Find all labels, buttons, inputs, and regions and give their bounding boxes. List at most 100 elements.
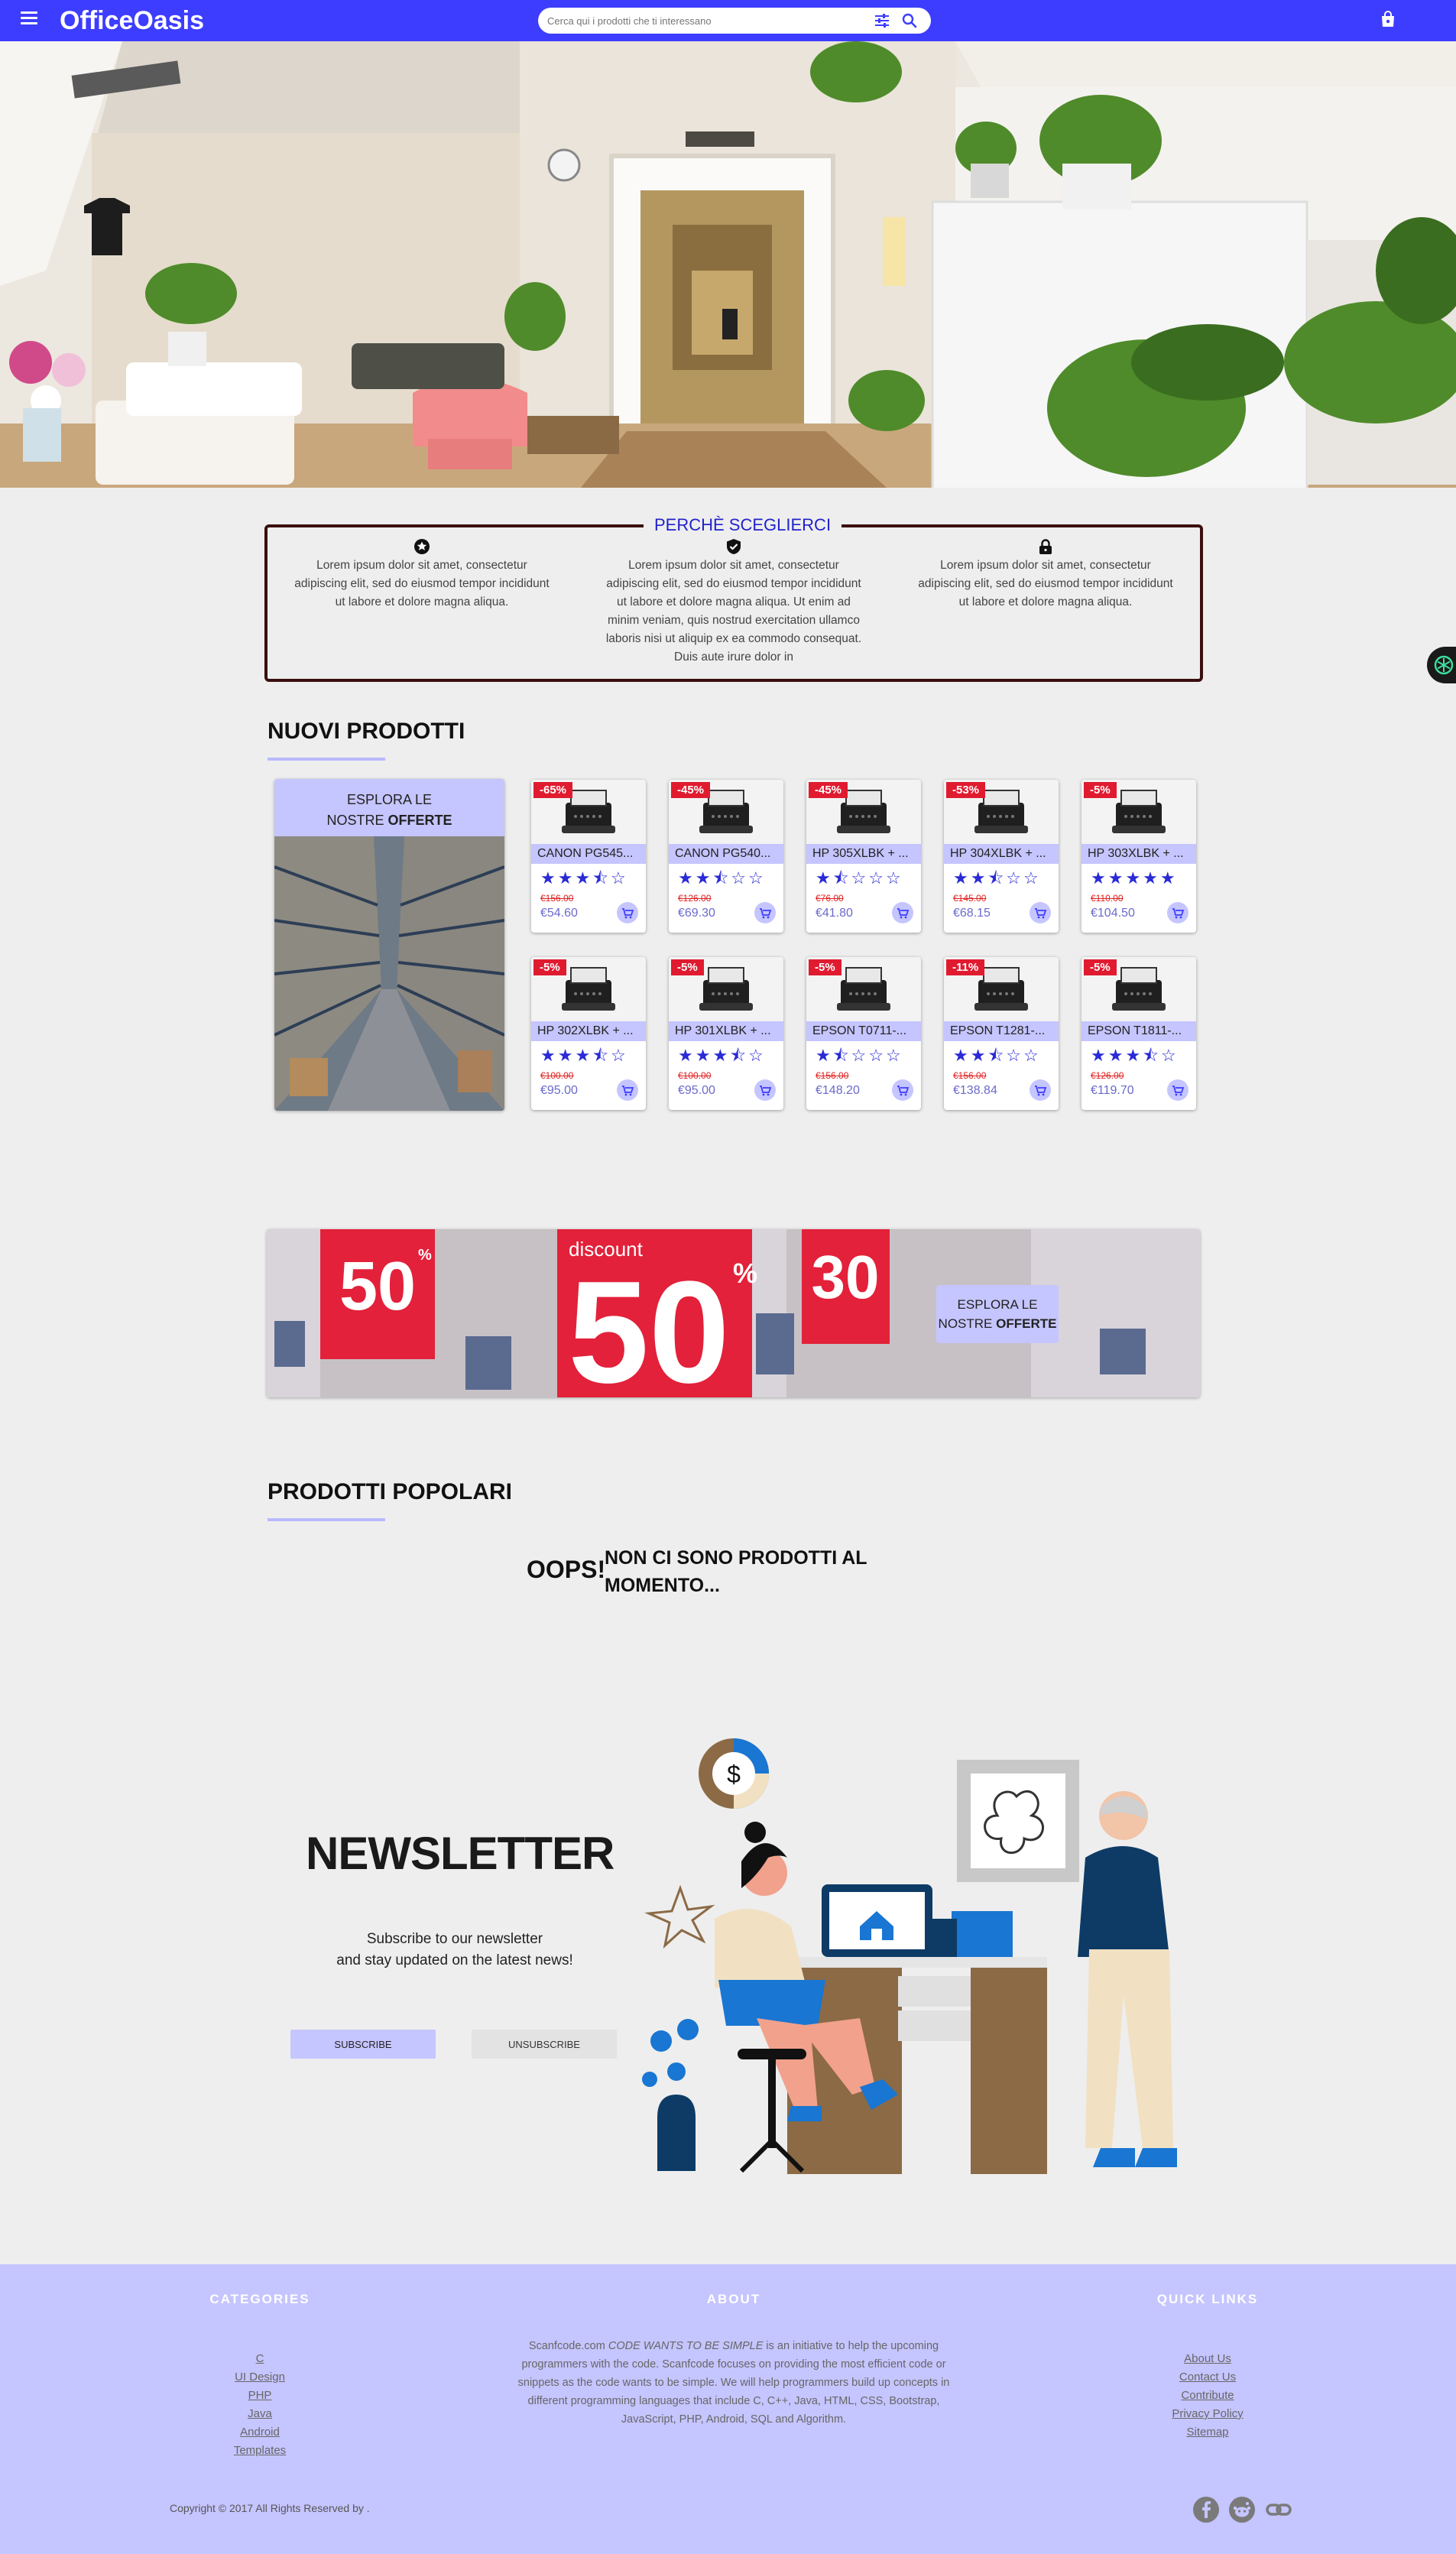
add-to-cart-button[interactable] <box>1030 902 1051 923</box>
add-to-cart-button[interactable] <box>1167 1079 1188 1101</box>
sale-price: €148.20 <box>816 1084 860 1097</box>
banner-fifty-1: 50 <box>339 1248 416 1325</box>
facebook-icon[interactable] <box>1192 2496 1220 2523</box>
filter-sliders-icon[interactable] <box>874 14 890 28</box>
hamburger-menu-icon[interactable] <box>21 11 37 25</box>
why-column: Lorem ipsum dolor sit amet, consectetur … <box>604 538 864 667</box>
banner-explore-button[interactable]: ESPLORA LE NOSTRE OFFERTE <box>936 1285 1059 1343</box>
cart-plus-icon <box>1172 908 1185 919</box>
product-name[interactable]: CANON PG545... <box>531 844 646 864</box>
add-to-cart-button[interactable] <box>1030 1079 1051 1101</box>
search-input[interactable] <box>547 12 868 29</box>
about-italic: CODE WANTS TO BE SIMPLE <box>608 2340 764 2352</box>
product-name[interactable]: HP 304XLBK + ... <box>944 844 1059 864</box>
add-to-cart-button[interactable] <box>617 902 638 923</box>
footer-quick-link[interactable]: Privacy Policy <box>1131 2405 1284 2423</box>
product-card[interactable]: -65% CANON PG545... ★★★⯪☆ €156.00 €54.60 <box>531 780 646 933</box>
discount-badge: -53% <box>946 782 986 798</box>
add-to-cart-button[interactable] <box>754 902 776 923</box>
explore-line1: ESPLORA LE <box>346 792 433 807</box>
original-price: €100.00 <box>678 1070 712 1081</box>
unsubscribe-button[interactable]: UNSUBSCRIBE <box>472 2030 617 2059</box>
search-icon[interactable] <box>902 13 917 28</box>
svg-text:%: % <box>418 1247 432 1264</box>
cart-plus-icon <box>897 1086 910 1096</box>
product-card[interactable]: -45% HP 305XLBK + ... ★⯪☆☆☆ €76.00 €41.80 <box>806 780 921 933</box>
product-name[interactable]: EPSON T1281-... <box>944 1021 1059 1041</box>
footer-quick-link[interactable]: Contribute <box>1131 2387 1284 2405</box>
brand-logo[interactable]: OfficeOasis <box>60 6 204 36</box>
add-to-cart-button[interactable] <box>892 1079 913 1101</box>
rating-stars: ★★★⯪☆ <box>540 1046 628 1065</box>
shopping-bag-icon[interactable] <box>1380 11 1396 28</box>
footer-category-link[interactable]: PHP <box>183 2387 336 2405</box>
product-card[interactable]: -5% EPSON T0711-... ★⯪☆☆☆ €156.00 €148.20 <box>806 957 921 1110</box>
banner-fifty-2: 50 <box>568 1251 729 1397</box>
explore-offers-label: ESPLORA LE NOSTRE OFFERTE <box>274 790 504 831</box>
reddit-icon[interactable] <box>1228 2496 1256 2523</box>
floating-assistant-button[interactable] <box>1427 647 1456 683</box>
product-card[interactable]: -5% HP 303XLBK + ... ★★★★★ €110.00 €104.50 <box>1081 780 1196 933</box>
footer-category-link[interactable]: C <box>183 2350 336 2368</box>
footer-category-link[interactable]: Java <box>183 2405 336 2423</box>
offers-banner[interactable]: 50 discount 50 % 30 % ESPLORA LE NOSTRE … <box>267 1229 1200 1397</box>
why-column: Lorem ipsum dolor sit amet, consectetur … <box>292 538 552 612</box>
sale-price: €138.84 <box>953 1084 997 1097</box>
footer-quick-link[interactable]: About Us <box>1131 2350 1284 2368</box>
search-bar <box>538 8 931 34</box>
product-card[interactable]: -5% HP 301XLBK + ... ★★★⯪☆ €100.00 €95.00 <box>669 957 783 1110</box>
add-to-cart-button[interactable] <box>892 902 913 923</box>
product-name[interactable]: CANON PG540... <box>669 844 783 864</box>
original-price: €145.00 <box>953 893 987 904</box>
why-choose-us-box: PERCHÈ SCEGLIERCI Lorem ipsum dolor sit … <box>264 515 1203 682</box>
footer-category-link[interactable]: Android <box>183 2423 336 2442</box>
new-products-title: NUOVI PRODOTTI <box>268 719 465 744</box>
product-name[interactable]: HP 302XLBK + ... <box>531 1021 646 1041</box>
section-underline <box>268 1518 385 1521</box>
popular-products-title: PRODOTTI POPOLARI <box>268 1479 513 1504</box>
rating-stars: ★⯪☆☆☆ <box>816 868 903 888</box>
cart-plus-icon <box>622 1086 634 1096</box>
subscribe-button[interactable]: SUBSCRIBE <box>290 2030 436 2059</box>
footer-quick-link[interactable]: Contact Us <box>1131 2368 1284 2387</box>
cart-plus-icon <box>760 1086 772 1096</box>
add-to-cart-button[interactable] <box>617 1079 638 1101</box>
rating-stars: ★★⯪☆☆ <box>953 868 1041 888</box>
original-price: €100.00 <box>540 1070 574 1081</box>
product-card[interactable]: -11% EPSON T1281-... ★★⯪☆☆ €156.00 €138.84 <box>944 957 1059 1110</box>
product-card[interactable]: -5% EPSON T1811-... ★★★⯪☆ €126.00 €119.70 <box>1081 957 1196 1110</box>
discount-badge: -5% <box>1084 959 1117 975</box>
explore-offers-card[interactable]: ESPLORA LE NOSTRE OFFERTE <box>274 779 504 1111</box>
footer-category-link[interactable]: UI Design <box>183 2368 336 2387</box>
rating-stars: ★★⯪☆☆ <box>678 868 766 888</box>
sale-price: €95.00 <box>678 1084 715 1097</box>
product-name[interactable]: EPSON T0711-... <box>806 1021 921 1041</box>
product-card[interactable]: -53% HP 304XLBK + ... ★★⯪☆☆ €145.00 €68.15 <box>944 780 1059 933</box>
original-price: €126.00 <box>678 893 712 904</box>
add-to-cart-button[interactable] <box>754 1079 776 1101</box>
openai-logo-icon <box>1434 655 1454 675</box>
about-prefix: Scanfcode.com <box>528 2340 608 2352</box>
link-icon[interactable] <box>1265 2496 1292 2523</box>
cart-plus-icon <box>1172 1086 1185 1096</box>
product-name[interactable]: HP 301XLBK + ... <box>669 1021 783 1041</box>
product-card[interactable]: -45% CANON PG540... ★★⯪☆☆ €126.00 €69.30 <box>669 780 783 933</box>
why-text: Lorem ipsum dolor sit amet, consectetur … <box>294 559 550 608</box>
footer-categories-title: CATEGORIES <box>209 2292 310 2306</box>
original-price: €76.00 <box>816 893 844 904</box>
banner-line2-prefix: NOSTRE <box>938 1316 997 1331</box>
rating-stars: ★⯪☆☆☆ <box>816 1046 903 1065</box>
product-name[interactable]: HP 305XLBK + ... <box>806 844 921 864</box>
footer-quick-link[interactable]: Sitemap <box>1131 2423 1284 2442</box>
footer-about-text: Scanfcode.com CODE WANTS TO BE SIMPLE is… <box>504 2337 963 2429</box>
newsletter-subtitle: Subscribe to our newsletter and stay upd… <box>306 1929 604 1971</box>
sale-banner-image: 50 discount 50 % 30 % <box>267 1229 1200 1397</box>
discount-badge: -65% <box>533 782 573 798</box>
footer-category-link[interactable]: Templates <box>183 2442 336 2460</box>
add-to-cart-button[interactable] <box>1167 902 1188 923</box>
product-card[interactable]: -5% HP 302XLBK + ... ★★★⯪☆ €100.00 €95.00 <box>531 957 646 1110</box>
product-name[interactable]: HP 303XLBK + ... <box>1081 844 1196 864</box>
banner-line1: ESPLORA LE <box>957 1297 1038 1312</box>
product-name[interactable]: EPSON T1811-... <box>1081 1021 1196 1041</box>
footer: CATEGORIES C UI Design PHP Java Android … <box>0 2264 1456 2554</box>
